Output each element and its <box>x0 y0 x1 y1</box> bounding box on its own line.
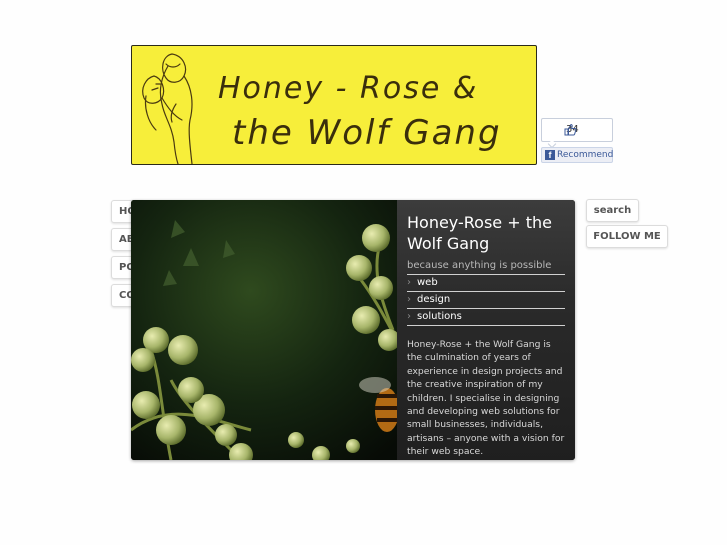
slide-link-solutions[interactable]: › solutions <box>407 309 565 326</box>
svg-text:Honey - Rose &: Honey - Rose & <box>218 71 478 106</box>
ivy-and-bee-photo <box>131 200 397 460</box>
slide-link-label: design <box>417 294 451 305</box>
slide-link-web[interactable]: › web <box>407 275 565 292</box>
featured-slide: Honey-Rose + the Wolf Gang because anyth… <box>131 200 575 460</box>
facebook-like-count-box[interactable]: 34 <box>541 118 613 142</box>
chevron-right-icon: › <box>407 277 411 288</box>
chevron-right-icon: › <box>407 294 411 305</box>
chevron-right-icon: › <box>407 311 411 322</box>
facebook-icon: f <box>545 150 555 160</box>
facebook-recommend-button[interactable]: f Recommend <box>541 147 613 163</box>
slide-title: Honey-Rose + the Wolf Gang <box>407 213 552 253</box>
slide-link-design[interactable]: › design <box>407 292 565 309</box>
svg-text:the Wolf Gang: the Wolf Gang <box>232 113 502 153</box>
search-button[interactable]: search <box>586 199 639 222</box>
site-logo-banner[interactable]: Honey - Rose & the Wolf Gang <box>131 45 537 165</box>
slide-link-label: web <box>417 277 438 288</box>
follow-me-button[interactable]: FOLLOW ME <box>586 225 668 248</box>
slide-link-label: solutions <box>417 311 462 322</box>
logo-illustration: Honey - Rose & the Wolf Gang <box>142 53 502 164</box>
slide-description: Honey-Rose + the Wolf Gang is the culmin… <box>407 339 565 458</box>
recommend-label: Recommend <box>557 150 614 160</box>
slide-tagline: because anything is possible <box>407 260 565 275</box>
thumbs-up-icon <box>564 123 577 136</box>
slide-info-panel: Honey-Rose + the Wolf Gang because anyth… <box>397 200 575 460</box>
